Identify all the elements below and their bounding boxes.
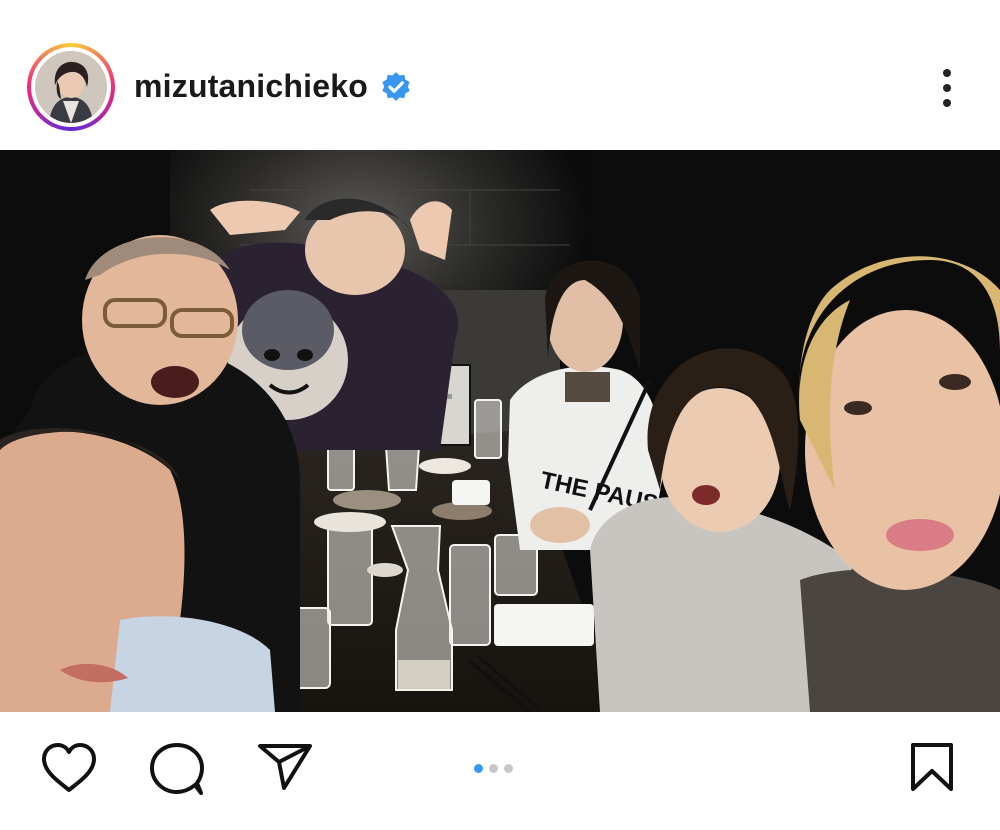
carousel-dot [504, 764, 513, 773]
bookmark-icon[interactable] [908, 741, 956, 793]
carousel-dot-active [474, 764, 483, 773]
group-photo-illustration: THE PAUSE [0, 150, 1000, 712]
avatar-portrait [35, 51, 107, 123]
profile-avatar[interactable] [35, 51, 107, 123]
more-vertical-icon[interactable] [930, 66, 964, 110]
username[interactable]: mizutanichieko [134, 68, 368, 105]
carousel-dot [489, 764, 498, 773]
carousel-indicator [474, 760, 519, 773]
post-header: mizutanichieko [0, 0, 1000, 150]
send-icon[interactable] [256, 742, 314, 792]
story-ring[interactable] [27, 43, 115, 131]
comment-icon[interactable] [148, 741, 206, 797]
post-photo[interactable]: THE PAUSE [0, 150, 1000, 712]
verified-badge-icon [382, 72, 410, 101]
heart-icon[interactable] [40, 742, 98, 794]
